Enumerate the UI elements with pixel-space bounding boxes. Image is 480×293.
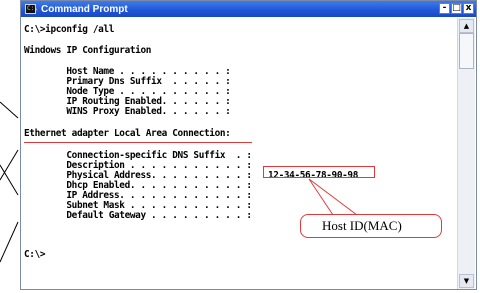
decorative-lines	[0, 101, 19, 263]
vertical-scrollbar[interactable]: ▲ ▼	[457, 18, 475, 289]
scroll-up-button[interactable]: ▲	[459, 19, 474, 33]
scroll-thumb[interactable]	[459, 33, 474, 69]
callout-pointer	[308, 178, 358, 216]
scroll-down-button[interactable]: ▼	[459, 274, 474, 288]
host-id-callout: Host ID(MAC)	[300, 214, 442, 238]
command-prompt-window: C:\ Command Prompt - □ x C:\>ipconfig /a…	[20, 0, 477, 290]
